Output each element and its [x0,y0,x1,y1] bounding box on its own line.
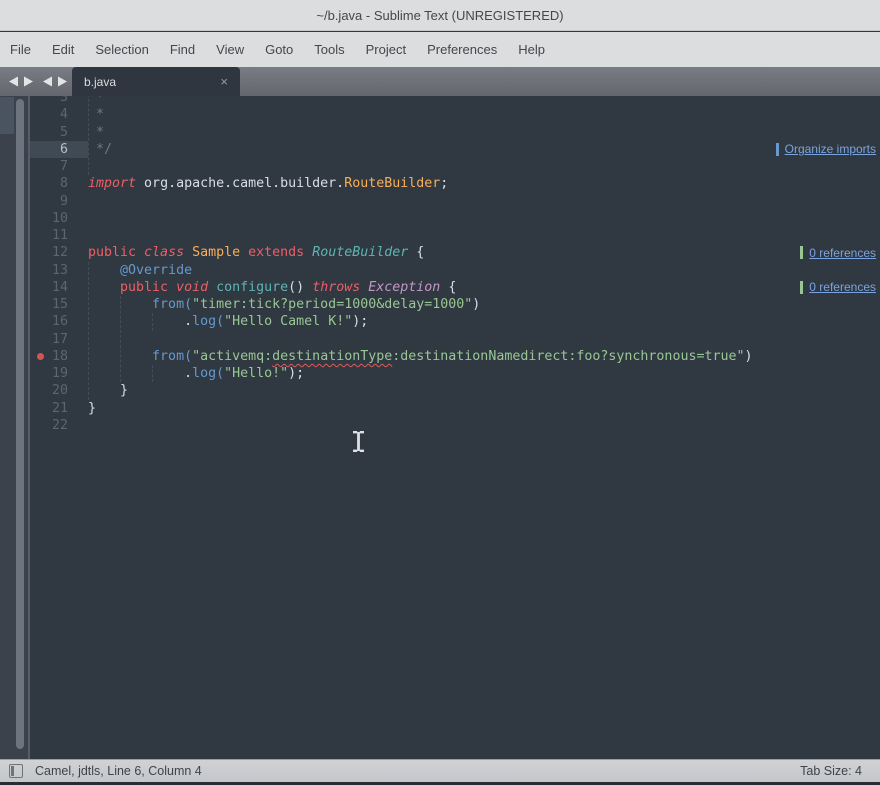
line-number: 5 [30,124,88,141]
code-line-6[interactable]: 6 */ Organize imports [30,141,880,158]
line-number: 11 [30,227,88,244]
line-number: 10 [30,210,88,227]
code-line-18[interactable]: 18 from("activemq:destinationType:destin… [30,348,880,365]
code-line-19[interactable]: 19 .log("Hello!"); [30,365,880,382]
lsp-annotation: Organize imports [776,142,876,156]
tab-size-indicator[interactable]: Tab Size: 4 [800,764,880,778]
menu-item-view[interactable]: View [215,40,245,59]
line-number: 13 [30,262,88,279]
left-strip-top-block [0,97,14,134]
code-text: .log("Hello Camel K!"); [88,313,368,330]
line-number: 9 [30,193,88,210]
code-editor[interactable]: 3 *4 *5 *6 */Organize imports78import or… [30,96,880,759]
line-number: 21 [30,400,88,417]
window-title: ~/b.java - Sublime Text (UNREGISTERED) [316,8,563,23]
line-number: 4 [30,106,88,123]
line-number: 7 [30,158,88,175]
indent-guide [88,96,89,175]
references-link[interactable]: 0 references [809,246,876,260]
tab-nav-arrows-icon [43,76,69,87]
line-number: 15 [30,296,88,313]
code-line-10[interactable]: 10 [30,210,880,227]
line-number: 14 [30,279,88,296]
line-number: 12 [30,244,88,261]
code-line-5[interactable]: 5 * [30,124,880,141]
code-line-20[interactable]: 20 } [30,382,880,399]
line-number: 3 [30,96,88,106]
menu-item-preferences[interactable]: Preferences [426,40,498,59]
code-text: * [88,106,104,123]
line-number: 16 [30,313,88,330]
line-number: 19 [30,365,88,382]
code-line-7[interactable]: 7 [30,158,880,175]
organize-imports-link[interactable]: Organize imports [785,142,876,156]
code-text: } [88,400,96,417]
indent-guide [152,313,153,330]
code-line-17[interactable]: 17 [30,331,880,348]
code-line-22[interactable]: 22 [30,417,880,434]
code-line-15[interactable]: 15 from("timer:tick?period=1000&delay=10… [30,296,880,313]
line-number: 18 [30,348,88,365]
menu-bar: File Edit Selection Find View Goto Tools Projec… [0,32,880,67]
code-line-16[interactable]: 16 .log("Hello Camel K!"); [30,313,880,330]
menu-item-tools[interactable]: Tools [313,40,345,59]
lsp-annotation: 0 references [800,246,876,260]
tab-bar: b.java × [0,67,880,96]
code-text: import org.apache.camel.builder.RouteBui… [88,175,448,192]
scroll-tabs-left-right-buttons[interactable] [9,76,35,87]
tab-title: b.java [84,75,218,89]
error-dot-icon [37,353,44,360]
code-line-14[interactable]: 14 public void configure() throws Except… [30,279,880,296]
menu-item-goto[interactable]: Goto [264,40,294,59]
menu-item-file[interactable]: File [9,40,32,59]
line-number: 6 [30,141,88,158]
indent-guide [88,262,89,400]
menu-item-help[interactable]: Help [517,40,546,59]
status-bar: Camel, jdtls, Line 6, Column 4 Tab Size:… [0,759,880,782]
code-line-9[interactable]: 9 [30,193,880,210]
annotation-bar [800,246,803,259]
annotation-bar [776,143,779,156]
menu-item-find[interactable]: Find [169,40,196,59]
code-text: public class Sample extends RouteBuilder… [88,244,424,261]
code-line-4[interactable]: 4 * [30,106,880,123]
code-text: public void configure() throws Exception… [88,279,456,296]
menu-item-edit[interactable]: Edit [51,40,75,59]
line-number: 17 [30,331,88,348]
code-content: 3 *4 *5 *6 */Organize imports78import or… [30,96,880,434]
sidebar-toggle-icon[interactable] [9,764,23,778]
code-text: from("timer:tick?period=1000&delay=1000"… [88,296,480,313]
references-link[interactable]: 0 references [809,280,876,294]
code-text: */ [88,141,112,158]
line-number: 20 [30,382,88,399]
lsp-annotation: 0 references [800,280,876,294]
indent-guide [120,296,121,382]
tab-b-java[interactable]: b.java × [72,67,240,96]
title-bar: ~/b.java - Sublime Text (UNREGISTERED) [0,0,880,31]
menu-item-selection[interactable]: Selection [94,40,149,59]
code-line-8[interactable]: 8import org.apache.camel.builder.RouteBu… [30,175,880,192]
tab-nav-arrows-icon [9,76,35,87]
code-text: @Override [88,262,192,279]
menu-item-project[interactable]: Project [365,40,407,59]
annotation-bar [800,281,803,294]
tab-history-buttons[interactable] [43,76,69,87]
code-line-11[interactable]: 11 [30,227,880,244]
vertical-scrollbar-thumb[interactable] [16,99,24,749]
line-number: 22 [30,417,88,434]
code-text: from("activemq:destinationType:destinati… [88,348,753,365]
tab-close-icon[interactable]: × [218,75,230,88]
status-message: Camel, jdtls, Line 6, Column 4 [35,764,800,778]
left-gutter-strip [0,96,30,759]
code-text: * [88,124,104,141]
code-line-21[interactable]: 21} [30,400,880,417]
code-line-3[interactable]: 3 * [30,96,880,106]
indent-guide [152,365,153,382]
code-line-13[interactable]: 13 @Override [30,262,880,279]
code-text: } [88,382,128,399]
code-text: * [88,96,104,106]
code-line-12[interactable]: 12public class Sample extends RouteBuild… [30,244,880,261]
line-number: 8 [30,175,88,192]
